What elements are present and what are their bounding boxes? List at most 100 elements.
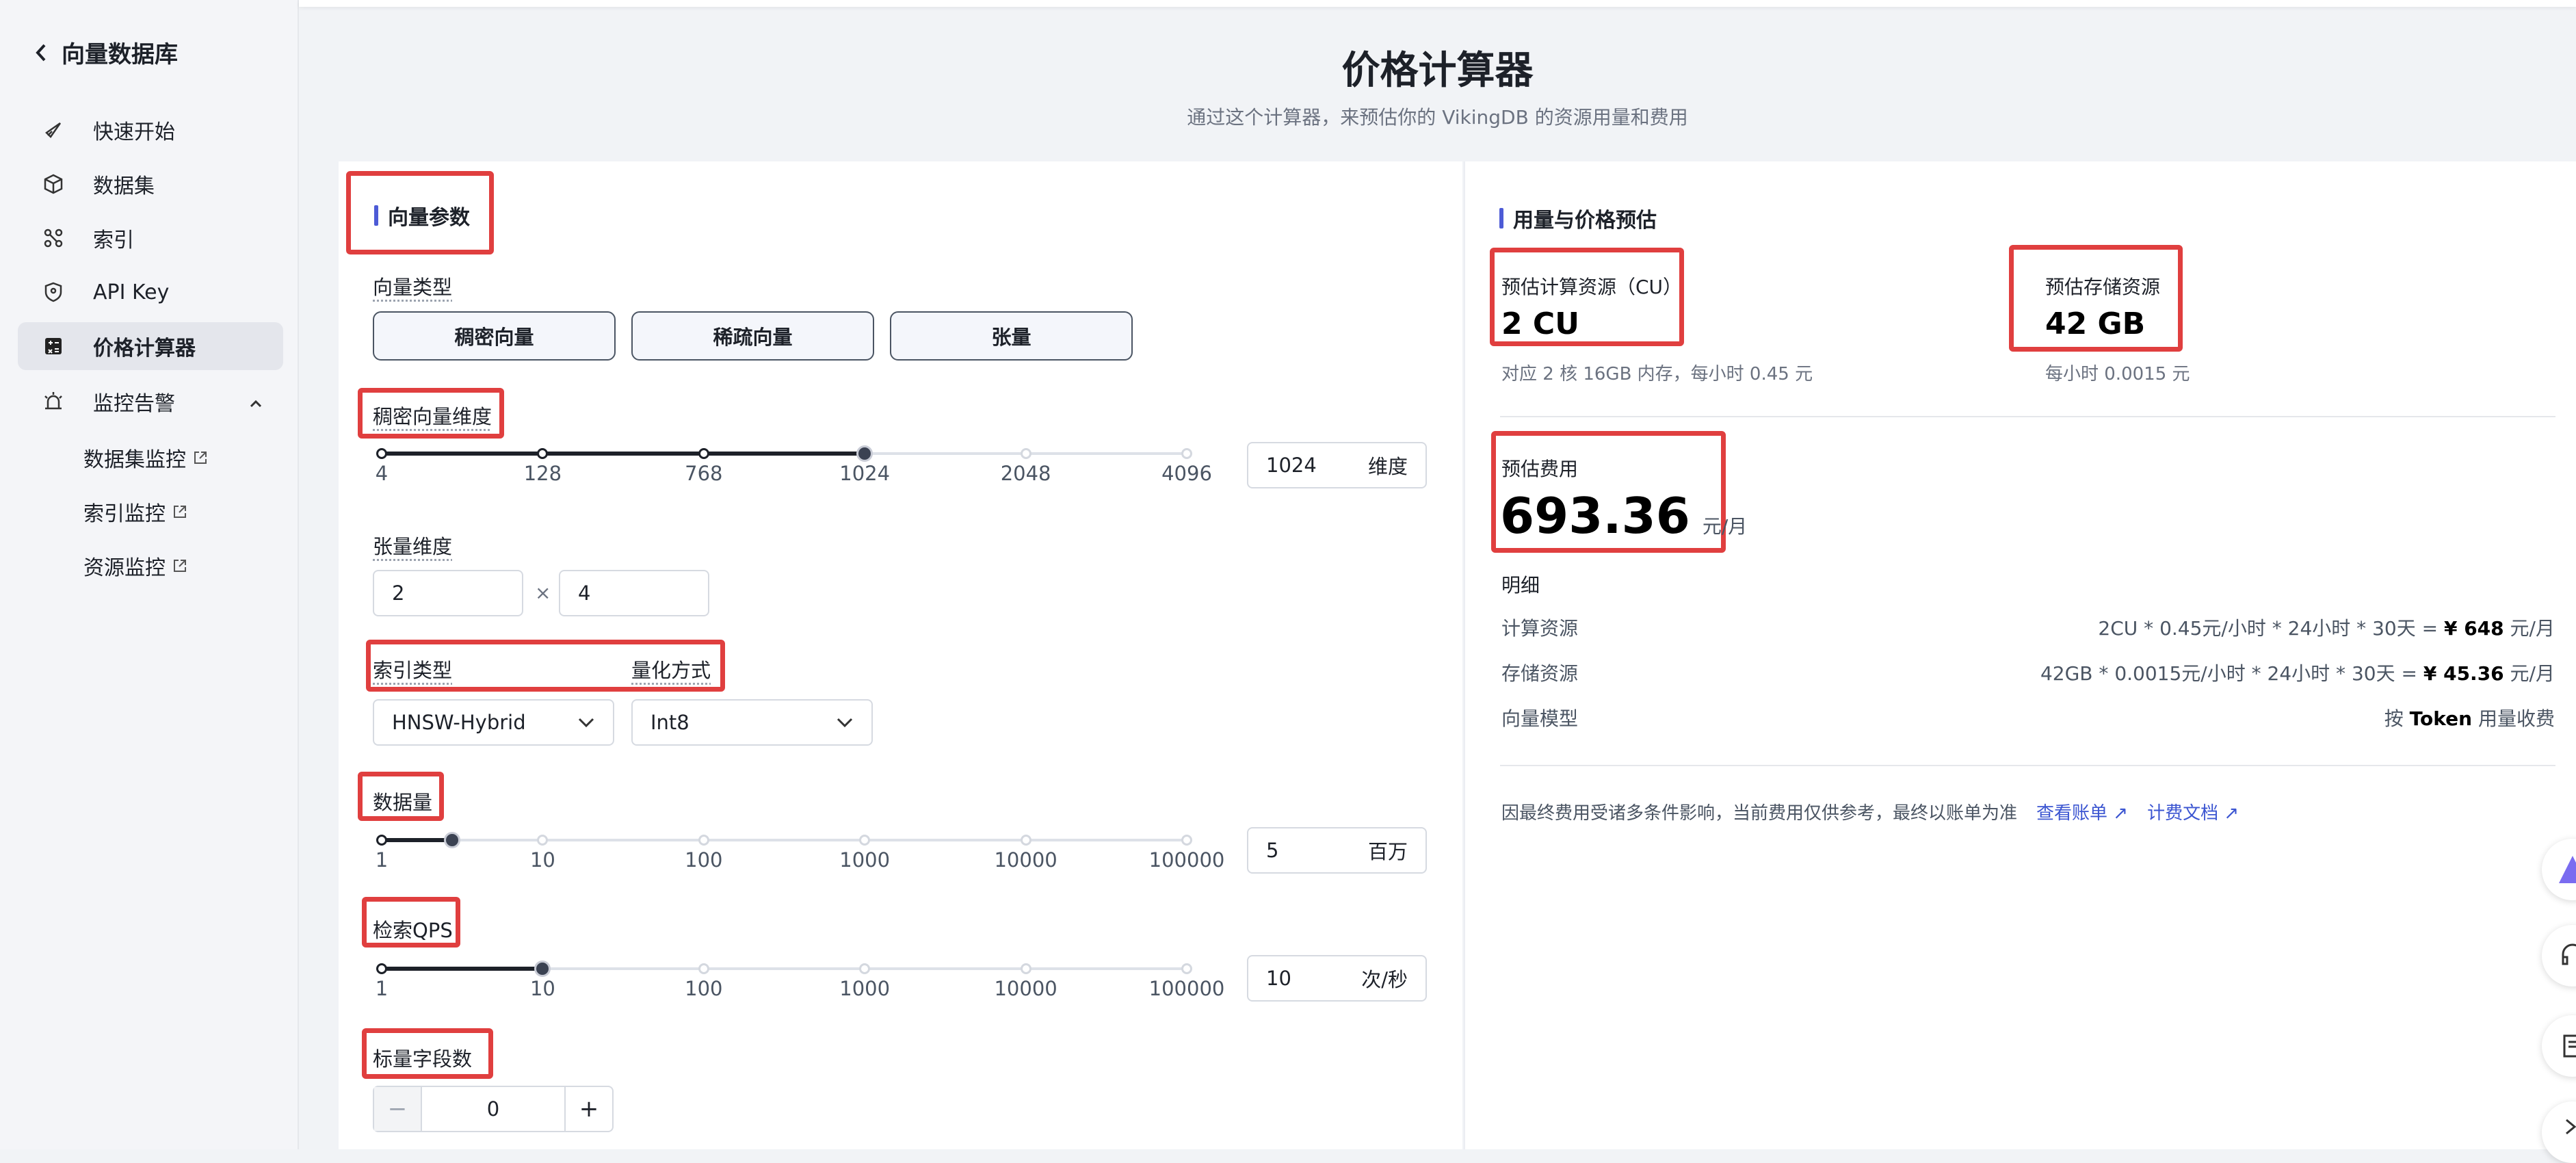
- detail-row-name: 存储资源: [1501, 662, 1579, 685]
- back-label: 向量数据库: [62, 41, 178, 68]
- sidebar-subitem-resource-monitor[interactable]: 资源监控: [83, 551, 187, 581]
- detail-row-formula: 2CU * 0.45元/小时 * 24小时 * 30天 =: [2098, 617, 2444, 640]
- accent-bar: [1499, 208, 1503, 228]
- dense-dim-slider-handle[interactable]: [856, 445, 873, 462]
- detail-row-name: 计算资源: [1501, 617, 1579, 640]
- sidebar-subitem-label: 数据集监控: [83, 448, 186, 472]
- divider: [1500, 416, 2555, 417]
- dense-dim-slider-tick-label: 768: [685, 462, 723, 485]
- dense-dim-slider-tick-label: 4096: [1161, 462, 1212, 485]
- nodes-icon: [31, 227, 75, 249]
- data-count-slider-tick-label: 10000: [994, 848, 1057, 872]
- sidebar-item-label: API Key: [93, 280, 170, 304]
- vector-type-sparse-button[interactable]: 稀疏向量: [631, 311, 874, 361]
- detail-row-model: 向量模型 按 Token 用量收费: [1501, 704, 2555, 731]
- disclaimer-line: 因最终费用受诸多条件影响，当前费用仅供参考，最终以账单为准 查看账单 ↗ 计费文…: [1501, 799, 2239, 824]
- sidebar-item-apikey[interactable]: API Key: [18, 268, 283, 316]
- chevron-down-icon: [837, 718, 853, 728]
- sidebar-subitem-label: 资源监控: [83, 556, 166, 580]
- sidebar-item-monitoring[interactable]: 监控告警: [18, 378, 283, 426]
- quant-label: 量化方式: [631, 659, 711, 682]
- data-count-slider-stop: [698, 835, 709, 846]
- dense-dim-value: 1024: [1266, 454, 1317, 477]
- decrement-button[interactable]: −: [374, 1087, 422, 1131]
- data-count-slider-tick-label: 100: [685, 848, 723, 872]
- detail-row-unit: 元/月: [2503, 617, 2555, 640]
- sidebar-subitem-dataset-monitor[interactable]: 数据集监控: [83, 443, 208, 473]
- chevron-down-icon: [578, 718, 594, 728]
- view-bill-link[interactable]: 查看账单 ↗: [2036, 799, 2128, 824]
- qps-label: 检索QPS: [373, 919, 453, 942]
- data-count-input[interactable]: 5 百万: [1247, 827, 1427, 874]
- dense-dim-unit: 维度: [1367, 455, 1408, 478]
- divider: [1500, 765, 2555, 766]
- sidebar-item-label: 快速开始: [93, 120, 175, 144]
- cu-label: 预估计算资源（CU）: [1501, 276, 1683, 298]
- qps-unit: 次/秒: [1361, 968, 1408, 991]
- detail-row-value: 2CU * 0.45元/小时 * 24小时 * 30天 = ¥ 648 元/月: [2098, 614, 2555, 641]
- scalar-count-value[interactable]: 0: [422, 1087, 564, 1131]
- billing-doc-link[interactable]: 计费文档 ↗: [2147, 799, 2239, 824]
- qps-slider-fill: [382, 967, 543, 971]
- dense-dim-slider-fill: [382, 452, 865, 456]
- data-count-unit: 百万: [1367, 840, 1408, 863]
- detail-row-value: 按 Token 用量收费: [2384, 704, 2555, 731]
- increment-button[interactable]: +: [564, 1087, 612, 1131]
- sidebar-subitem-index-monitor[interactable]: 索引监控: [83, 497, 187, 527]
- vector-type-tensor-button[interactable]: 张量: [890, 311, 1133, 361]
- detail-row-amount: ¥ 648: [2443, 617, 2504, 640]
- qps-input[interactable]: 10 次/秒: [1247, 955, 1427, 1002]
- external-link-icon: [194, 452, 207, 464]
- qps-slider-tick-label: 1: [375, 977, 389, 1000]
- tensor-dim-a-input[interactable]: 2: [373, 570, 523, 616]
- logo-icon: [2559, 856, 2576, 883]
- tensor-dim-b-input[interactable]: 4: [559, 570, 709, 616]
- qps-slider-tick-label: 1000: [839, 977, 891, 1000]
- page-title: 价格计算器: [1341, 49, 1534, 93]
- estimate-section-title: 用量与价格预估: [1499, 203, 1657, 233]
- qps-slider-tick-label: 100000: [1148, 977, 1225, 1000]
- qps-value: 10: [1266, 967, 1291, 990]
- data-count-slider-tick-label: 1000: [839, 848, 891, 872]
- scalar-count-label: 标量字段数: [373, 1047, 473, 1071]
- sidebar-item-index[interactable]: 索引: [18, 214, 283, 262]
- dense-dim-label: 稠密向量维度: [373, 405, 492, 428]
- vector-type-dense-button[interactable]: 稠密向量: [373, 311, 616, 361]
- chevron-left-icon: [36, 44, 46, 61]
- sidebar-item-quickstart[interactable]: 快速开始: [18, 106, 283, 154]
- cost-display: 693.36 元/月: [1500, 487, 1747, 545]
- detail-row-value: 42GB * 0.0015元/小时 * 24小时 * 30天 = ¥ 45.36…: [2040, 659, 2555, 686]
- sidebar-item-label: 价格计算器: [93, 337, 196, 361]
- dense-dim-input[interactable]: 1024 维度: [1247, 442, 1427, 488]
- page-subtitle: 通过这个计算器，来预估你的 VikingDB 的资源用量和费用: [1187, 106, 1688, 129]
- detail-row-unit: 元/月: [2503, 662, 2555, 685]
- scalar-count-stepper[interactable]: − 0 +: [373, 1086, 614, 1132]
- dense-dim-slider-stop: [1020, 448, 1031, 459]
- dense-dim-slider-tick-label: 2048: [1000, 462, 1051, 485]
- quant-select[interactable]: Int8: [631, 699, 873, 746]
- chevron-up-icon[interactable]: [249, 390, 263, 414]
- key-shield-icon: [31, 281, 75, 303]
- tensor-dim-label: 张量维度: [373, 535, 453, 558]
- sidebar-item-label: 监控告警: [93, 392, 175, 416]
- dense-dim-slider-stop: [698, 448, 709, 459]
- sidebar-item-price-calculator[interactable]: 价格计算器: [18, 322, 283, 370]
- cost-value: 693.36: [1500, 487, 1690, 545]
- tensor-dim-b-value: 4: [578, 582, 591, 605]
- dense-dim-slider-tick-label: 4: [375, 462, 389, 485]
- cost-unit: 元/月: [1702, 515, 1748, 538]
- index-type-select[interactable]: HNSW-Hybrid: [373, 699, 614, 746]
- data-count-slider-stop: [376, 835, 387, 846]
- headset-icon: [2562, 943, 2576, 965]
- detail-row-amount: Token: [2409, 707, 2473, 730]
- rocket-icon: [31, 119, 75, 141]
- external-link-icon: [174, 506, 186, 518]
- qps-slider-stop: [698, 963, 709, 974]
- data-count-slider-stop: [1020, 835, 1031, 846]
- data-count-slider-tick-label: 1: [375, 848, 389, 872]
- back-button[interactable]: 向量数据库: [34, 36, 178, 69]
- qps-slider-tick-label: 10: [529, 977, 555, 1000]
- sidebar-item-datasets[interactable]: 数据集: [18, 160, 283, 208]
- detail-row-formula: 按: [2384, 707, 2410, 730]
- index-type-label: 索引类型: [373, 659, 453, 682]
